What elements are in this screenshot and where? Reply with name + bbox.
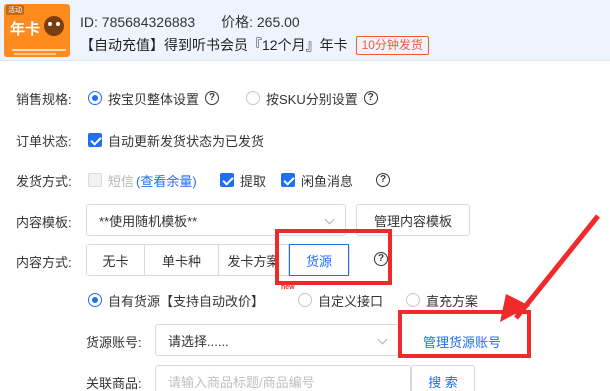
annotation-arrow-icon [500, 214, 600, 322]
